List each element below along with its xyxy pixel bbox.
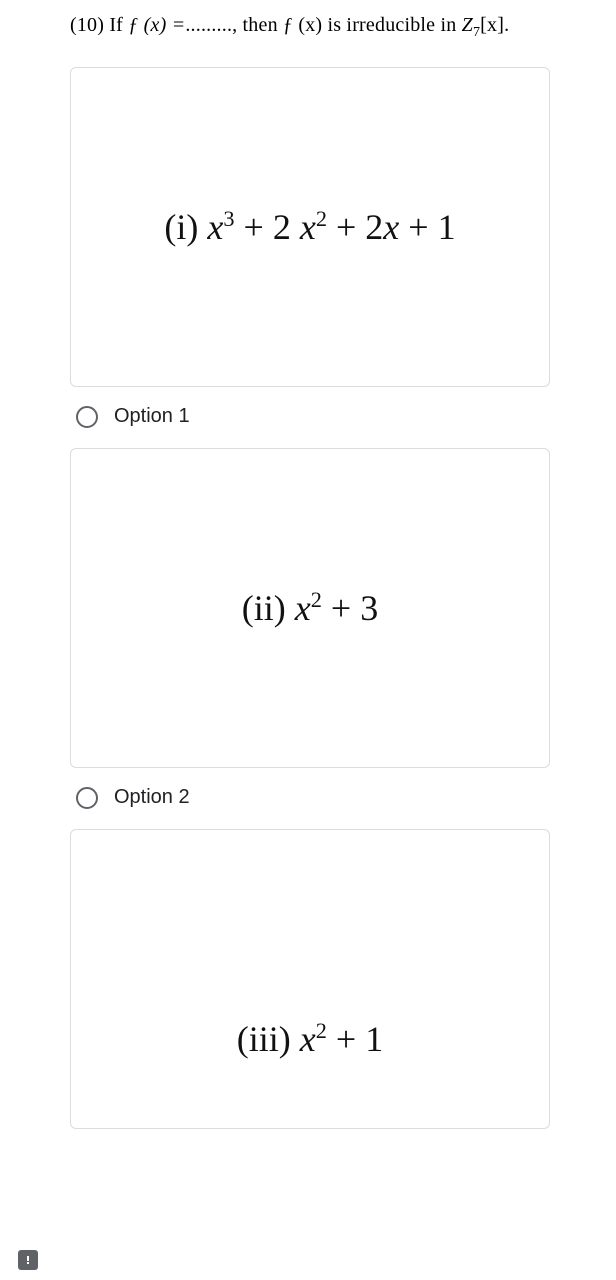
report-icon [22, 1254, 34, 1266]
option-2-formula: (ii) x2 + 3 [242, 587, 378, 629]
question-then: then ƒ (x) is irreducible in [237, 14, 461, 36]
question-prefix: (10) If [70, 14, 128, 36]
option-card-2: (ii) x2 + 3 [70, 448, 550, 768]
question-ring: Z7[x]. [462, 14, 510, 36]
question-text: (10) If ƒ (x) =........., then ƒ (x) is … [0, 0, 616, 37]
radio-icon[interactable] [76, 406, 98, 428]
report-button[interactable] [18, 1250, 38, 1270]
ring-tail: [x]. [480, 14, 509, 36]
options-container: (i) x3 + 2 x2 + 2x + 1 Option 1 (ii) x2 … [0, 37, 616, 1129]
option-1-label: Option 1 [114, 405, 190, 428]
question-blank: ........., [185, 14, 237, 36]
option-2-label: Option 2 [114, 786, 190, 809]
question-fx: ƒ (x) = [128, 14, 185, 36]
roman-ii: (ii) [242, 588, 295, 628]
option-card-3: (iii) x2 + 1 [70, 829, 550, 1129]
radio-icon[interactable] [76, 787, 98, 809]
option-card-1: (i) x3 + 2 x2 + 2x + 1 [70, 67, 550, 387]
option-2-radio-row[interactable]: Option 2 [70, 786, 556, 829]
option-3-formula: (iii) x2 + 1 [237, 1018, 383, 1060]
page-root: (10) If ƒ (x) =........., then ƒ (x) is … [0, 0, 616, 1280]
option-1-radio-row[interactable]: Option 1 [70, 405, 556, 448]
roman-i: (i) [164, 207, 207, 247]
ring-base: Z [462, 14, 473, 36]
roman-iii: (iii) [237, 1019, 300, 1059]
option-1-formula: (i) x3 + 2 x2 + 2x + 1 [164, 206, 455, 248]
